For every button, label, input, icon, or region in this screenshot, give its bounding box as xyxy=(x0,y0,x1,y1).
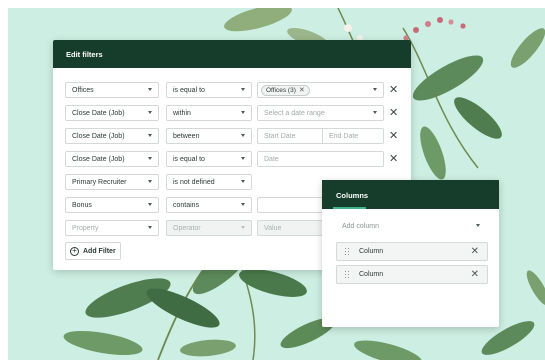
remove-column-icon[interactable]: ✕ xyxy=(471,269,479,281)
offices-chip: Offices (3) ✕ xyxy=(261,84,310,96)
add-filter-button[interactable]: + Add Filter xyxy=(65,242,121,260)
chevron-down-icon xyxy=(241,203,245,206)
chevron-down-icon xyxy=(373,111,377,114)
date-range-select[interactable]: Select a date range xyxy=(257,105,384,121)
tab-columns[interactable]: Columns xyxy=(336,191,368,200)
filter-field-select[interactable]: Primary Recruiter xyxy=(65,174,159,190)
add-column-placeholder: Add column xyxy=(342,222,379,230)
filter-field-value: Offices xyxy=(72,86,94,94)
plus-circle-icon: + xyxy=(70,246,79,256)
operator-select[interactable]: Operator xyxy=(166,220,252,236)
date-divider xyxy=(322,129,323,143)
filter-operator-select[interactable]: is not defined xyxy=(166,174,252,190)
filter-row: Close Date (Job) is equal to Date ✕ xyxy=(65,151,405,167)
chevron-down-icon xyxy=(148,88,152,91)
chevron-down-icon xyxy=(241,157,245,160)
date-placeholder: Date xyxy=(264,155,279,163)
chevron-down-icon xyxy=(241,111,245,114)
edit-filters-title: Edit filters xyxy=(66,49,103,59)
filter-operator-value: is equal to xyxy=(173,155,205,163)
chevron-down-icon xyxy=(476,224,480,227)
end-date-placeholder: End Date xyxy=(329,132,359,140)
filter-operator-value: contains xyxy=(173,201,200,209)
filter-field-value: Close Date (Job) xyxy=(72,155,125,163)
chip-label: Offices (3) xyxy=(266,86,296,94)
column-label: Column xyxy=(359,271,384,278)
remove-filter-icon[interactable]: ✕ xyxy=(389,152,398,166)
remove-filter-icon[interactable]: ✕ xyxy=(389,129,398,143)
chevron-down-icon xyxy=(148,157,152,160)
add-filter-label: Add Filter xyxy=(83,247,116,255)
filter-field-select[interactable]: Close Date (Job) xyxy=(65,128,159,144)
columns-panel: Columns Add column Column ✕ Column ✕ xyxy=(322,180,499,327)
filter-field-select[interactable]: Close Date (Job) xyxy=(65,105,159,121)
filter-field-value: Close Date (Job) xyxy=(72,109,125,117)
remove-filter-icon[interactable]: ✕ xyxy=(389,83,398,97)
edit-filters-header: Edit filters xyxy=(53,40,411,68)
remove-filter-icon[interactable]: ✕ xyxy=(389,106,398,120)
filter-operator-value: between xyxy=(173,132,200,140)
columns-header: Columns xyxy=(322,180,499,209)
filter-row: Offices is equal to Offices (3) ✕ ✕ xyxy=(65,82,405,98)
filter-row: Close Date (Job) between Start Date End … xyxy=(65,128,405,144)
filter-field-select[interactable]: Bonus xyxy=(65,197,159,213)
date-between-input[interactable]: Start Date End Date xyxy=(257,128,384,144)
drag-handle-icon[interactable] xyxy=(345,248,350,256)
add-column-select[interactable]: Add column xyxy=(336,218,486,234)
filter-field-value: Close Date (Job) xyxy=(72,132,125,140)
date-range-placeholder: Select a date range xyxy=(264,109,325,117)
filter-operator-value: within xyxy=(173,109,191,117)
filter-operator-value: is equal to xyxy=(173,86,205,94)
column-item[interactable]: Column ✕ xyxy=(336,265,488,284)
property-placeholder: Property xyxy=(72,224,99,232)
chevron-down-icon xyxy=(241,88,245,91)
filter-field-value: Bonus xyxy=(72,201,92,209)
value-placeholder: Value xyxy=(264,224,282,232)
drag-handle-icon[interactable] xyxy=(345,271,350,279)
filter-operator-value: is not defined xyxy=(173,178,215,186)
operator-placeholder: Operator xyxy=(173,224,201,232)
chevron-down-icon xyxy=(241,134,245,137)
filter-operator-select[interactable]: is equal to xyxy=(166,151,252,167)
filter-operator-select[interactable]: contains xyxy=(166,197,252,213)
chevron-down-icon xyxy=(148,111,152,114)
chevron-down-icon xyxy=(148,180,152,183)
chevron-down-icon xyxy=(148,134,152,137)
chevron-down-icon xyxy=(148,203,152,206)
filter-field-value: Primary Recruiter xyxy=(72,178,127,186)
filter-field-select[interactable]: Offices xyxy=(65,82,159,98)
filter-field-select[interactable]: Close Date (Job) xyxy=(65,151,159,167)
chevron-down-icon xyxy=(373,88,377,91)
filter-operator-select[interactable]: is equal to xyxy=(166,82,252,98)
chevron-down-icon xyxy=(241,180,245,183)
property-select[interactable]: Property xyxy=(65,220,159,236)
start-date-placeholder: Start Date xyxy=(264,132,296,140)
filter-value-multiselect[interactable]: Offices (3) ✕ xyxy=(257,82,384,98)
remove-column-icon[interactable]: ✕ xyxy=(471,246,479,258)
filter-operator-select[interactable]: between xyxy=(166,128,252,144)
filter-operator-select[interactable]: within xyxy=(166,105,252,121)
date-input[interactable]: Date xyxy=(257,151,384,167)
column-label: Column xyxy=(359,248,384,255)
filter-row: Close Date (Job) within Select a date ra… xyxy=(65,105,405,121)
chip-remove-icon[interactable]: ✕ xyxy=(299,86,305,94)
chevron-down-icon xyxy=(241,226,245,229)
active-tab-indicator xyxy=(333,207,366,209)
chevron-down-icon xyxy=(148,226,152,229)
column-item[interactable]: Column ✕ xyxy=(336,242,488,261)
